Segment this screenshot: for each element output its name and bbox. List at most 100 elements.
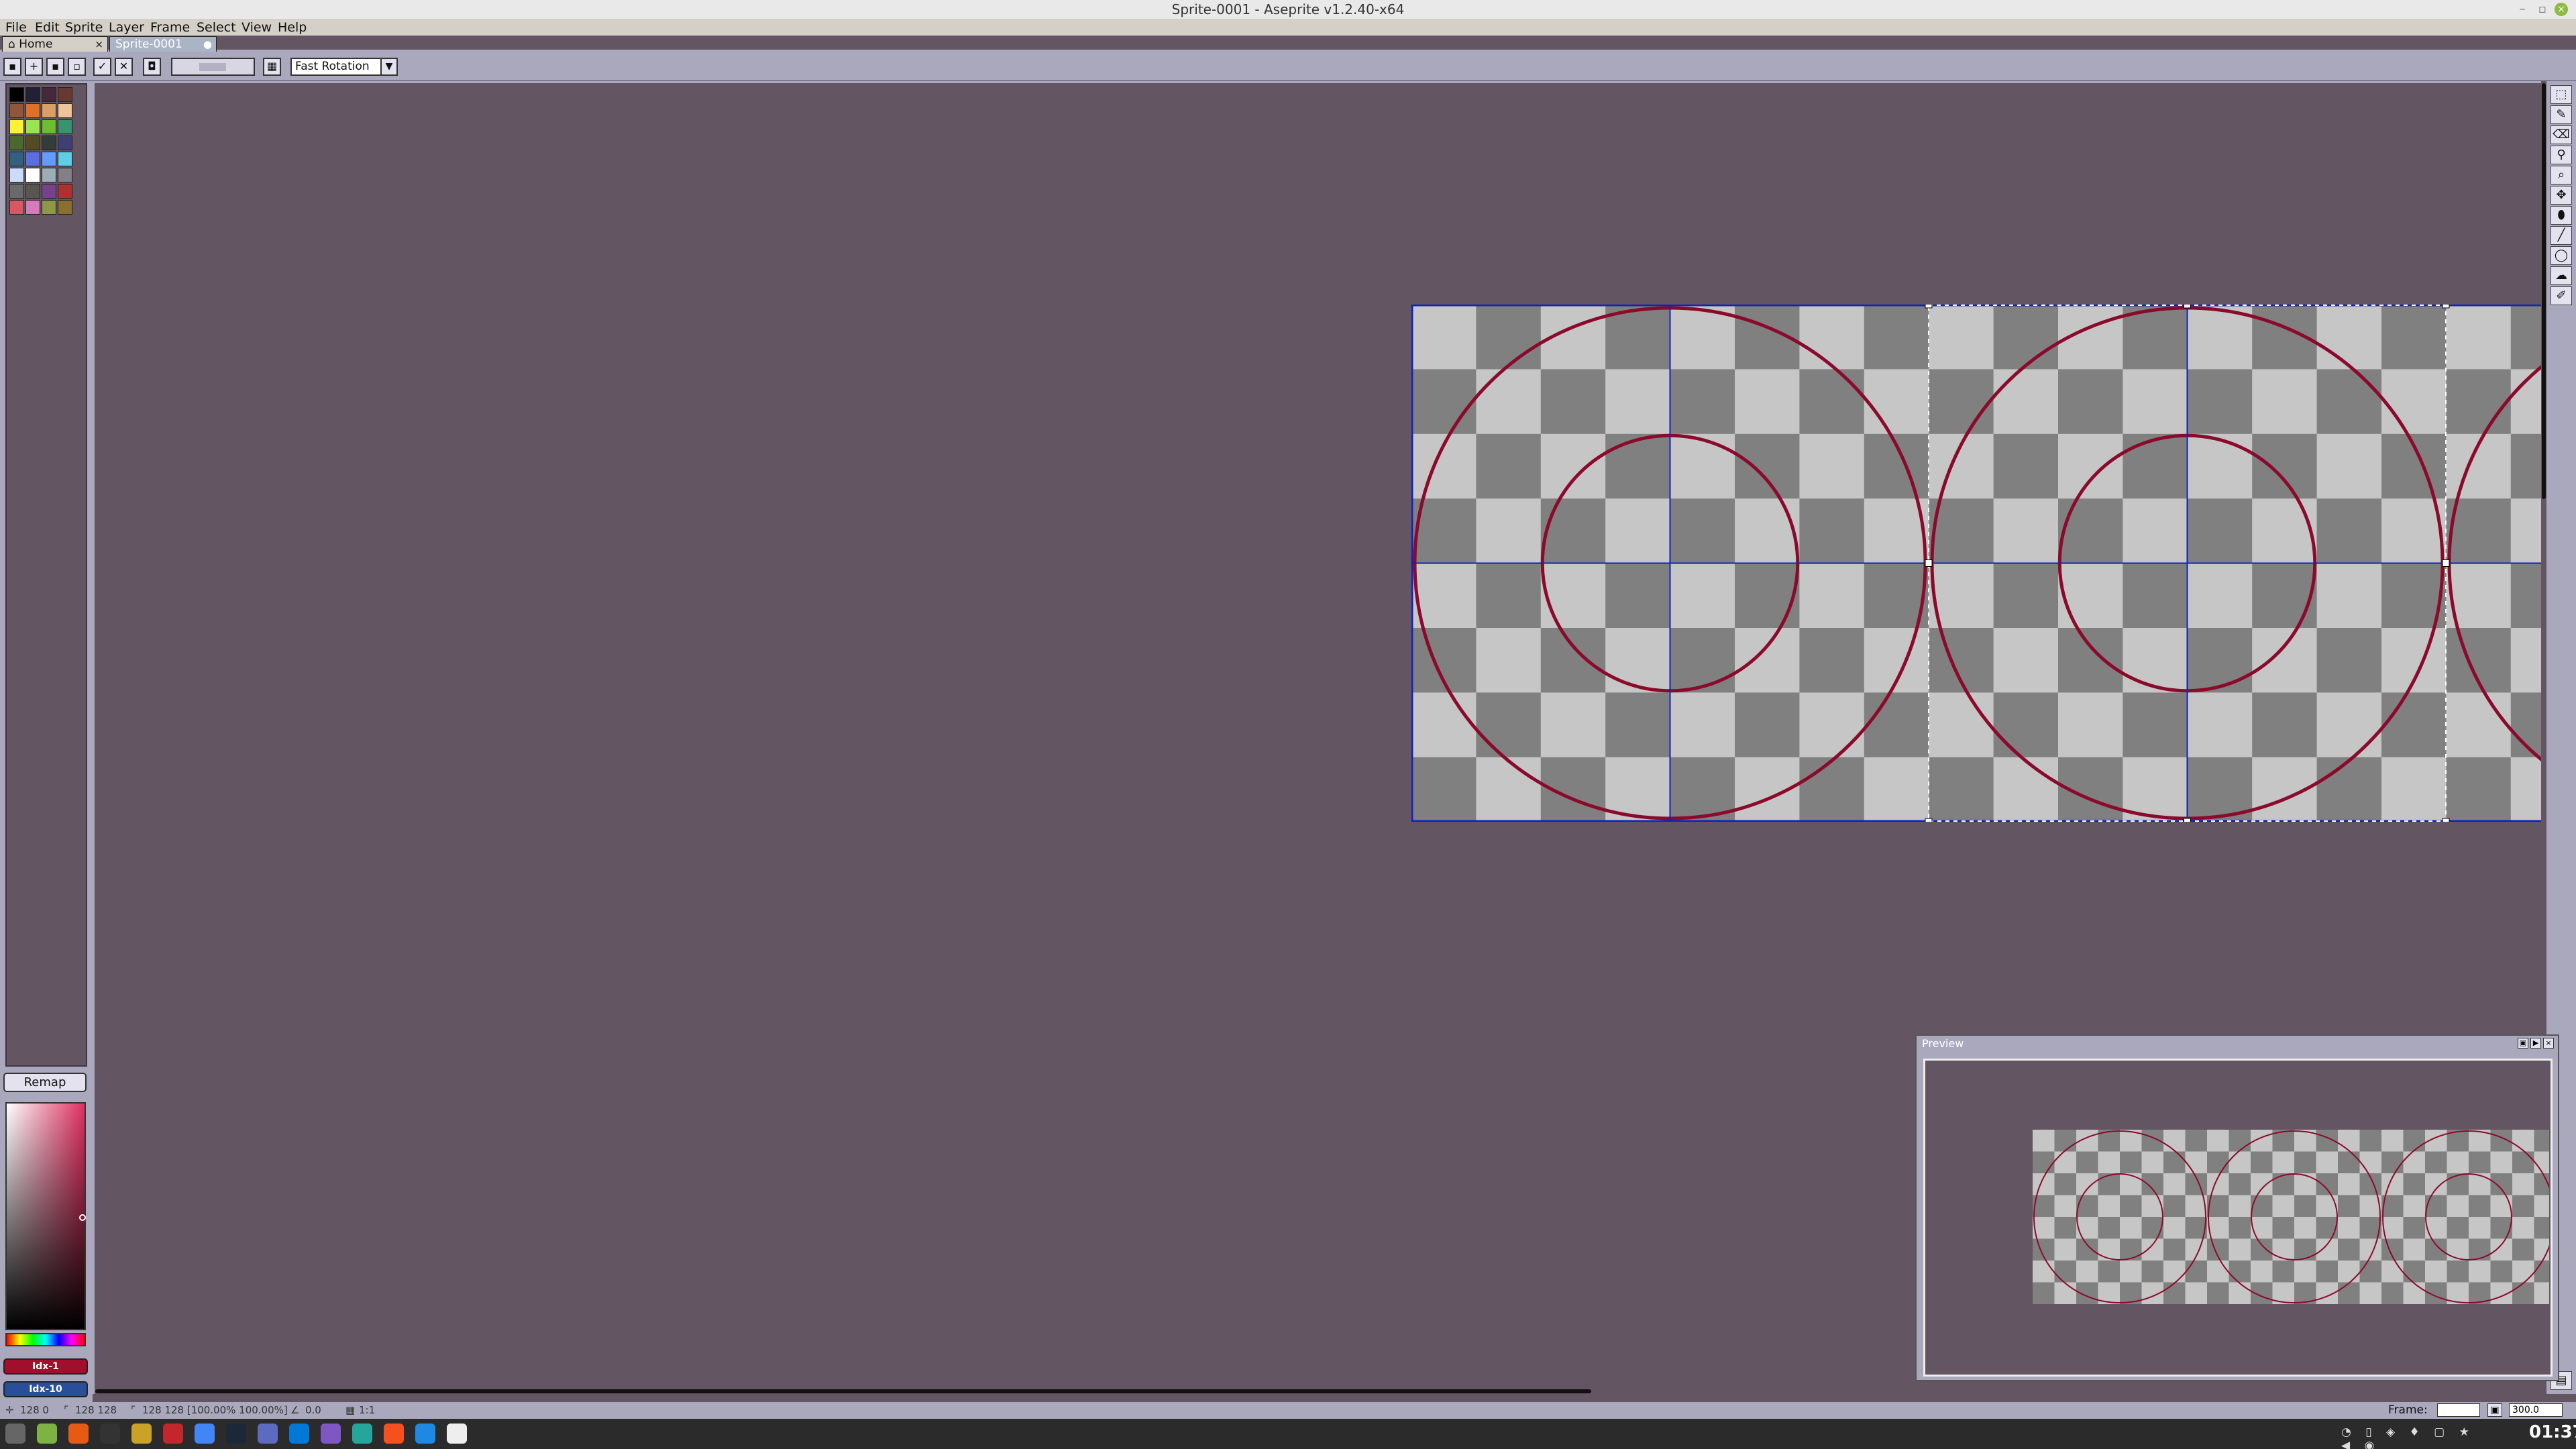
menu-layer[interactable]: Layer	[109, 21, 144, 34]
preview-viewport[interactable]	[1923, 1059, 2556, 1377]
steam-icon[interactable]	[226, 1424, 246, 1444]
tab-close-icon[interactable]: ×	[95, 37, 103, 52]
scrollbar-thumb[interactable]	[2542, 83, 2546, 499]
menu-help[interactable]: Help	[278, 21, 307, 34]
palette-swatch[interactable]	[25, 184, 40, 199]
sprite-canvas[interactable]	[1411, 305, 2576, 822]
marquee-icon[interactable]: ⬚	[2551, 85, 2572, 104]
zoom-field[interactable]: 300.0	[2509, 1403, 2563, 1417]
menu-sprite[interactable]: Sprite	[65, 21, 103, 34]
palette-swatch[interactable]	[42, 87, 56, 102]
palette-swatch[interactable]	[58, 103, 72, 118]
palette-swatch[interactable]	[9, 168, 24, 182]
apply-check-icon[interactable]: ✓	[93, 58, 111, 76]
preview-window[interactable]: Preview ▣ ▶ ×	[1915, 1034, 2559, 1381]
system-tray[interactable]: ◔ ▯ ◈ ♦ ▢ ★ ◀ ◉	[2341, 1426, 2475, 1449]
palette-swatch[interactable]	[58, 119, 72, 134]
zoom-icon[interactable]: ⌕	[2551, 166, 2572, 184]
remap-button[interactable]: Remap	[3, 1073, 87, 1092]
aseprite-icon[interactable]	[415, 1424, 435, 1444]
pencil-icon[interactable]: ✎	[2551, 105, 2572, 124]
menu-select[interactable]: Select	[197, 21, 236, 34]
palette-swatch[interactable]	[25, 168, 40, 182]
tab-sprite[interactable]: Sprite-0001 ●	[109, 36, 217, 52]
foreground-color-button[interactable]: Idx-1	[3, 1358, 88, 1375]
line-icon[interactable]: ╱	[2551, 226, 2572, 245]
firefox-icon[interactable]	[68, 1424, 89, 1444]
palette-swatch[interactable]	[25, 136, 40, 150]
chevron-down-icon[interactable]: ▼	[380, 59, 396, 74]
maximize-icon[interactable]: ▫	[2536, 3, 2549, 16]
menu-file[interactable]: File	[5, 21, 27, 34]
office-icon[interactable]	[163, 1424, 183, 1444]
palette-swatch[interactable]	[42, 103, 56, 118]
contour-icon[interactable]: ✐	[2551, 286, 2572, 305]
menu-view[interactable]: View	[241, 21, 272, 34]
eraser-icon[interactable]: ⌫	[2551, 125, 2572, 144]
tab-modified-icon[interactable]: ●	[203, 37, 212, 52]
palette-swatch[interactable]	[9, 87, 24, 102]
tab-home[interactable]: ⌂ Home ×	[2, 36, 108, 52]
palette-swatch[interactable]	[25, 119, 40, 134]
menu-edit[interactable]: Edit	[35, 21, 60, 34]
opacity-slider[interactable]	[171, 58, 255, 76]
files-icon[interactable]	[37, 1424, 57, 1444]
palette-swatch[interactable]	[25, 152, 40, 166]
media-icon[interactable]	[352, 1424, 372, 1444]
bucket-icon[interactable]: ⬮	[2551, 206, 2572, 225]
scrollbar-thumb[interactable]	[95, 1389, 1591, 1393]
stamp-icon[interactable]: ▪	[3, 58, 21, 76]
palette-swatch[interactable]	[9, 200, 24, 215]
game-icon[interactable]	[384, 1424, 404, 1444]
blur-icon[interactable]: ☁	[2551, 266, 2572, 285]
pivot-icon[interactable]: ▦	[263, 58, 281, 76]
app-menu-icon[interactable]	[5, 1424, 25, 1444]
palette-swatch[interactable]	[9, 103, 24, 118]
palette-swatch[interactable]	[9, 119, 24, 134]
palette-swatch[interactable]	[9, 152, 24, 166]
preview-close-icon[interactable]: ×	[2543, 1038, 2554, 1049]
palette-swatch[interactable]	[58, 136, 72, 150]
hue-slider[interactable]	[5, 1333, 86, 1346]
chrome-icon[interactable]	[195, 1424, 215, 1444]
palette-swatch[interactable]	[42, 184, 56, 199]
palette-swatch[interactable]	[58, 87, 72, 102]
palette-swatch[interactable]	[42, 168, 56, 182]
drop-pixels-icon[interactable]: +	[25, 58, 43, 76]
flip-icon[interactable]: ▪	[46, 58, 64, 76]
palette-swatch[interactable]	[9, 136, 24, 150]
preview-play-icon[interactable]: ▶	[2530, 1038, 2541, 1049]
palette-swatch[interactable]	[58, 152, 72, 166]
eyedropper-icon[interactable]: ⚲	[2551, 146, 2572, 164]
editor-icon[interactable]	[258, 1424, 278, 1444]
horizontal-scrollbar[interactable]	[95, 1389, 2541, 1394]
palette-swatch[interactable]	[25, 87, 40, 102]
slider-thumb[interactable]	[199, 63, 226, 71]
frame-field[interactable]	[2437, 1403, 2480, 1417]
palette-swatch[interactable]	[42, 119, 56, 134]
palette-swatch[interactable]	[25, 200, 40, 215]
move-icon[interactable]: ✥	[2551, 186, 2572, 205]
new-frame-icon[interactable]: ▣	[2487, 1403, 2502, 1417]
palette-swatch[interactable]	[9, 184, 24, 199]
cancel-x-icon[interactable]: ✕	[115, 58, 133, 76]
folder-icon[interactable]	[131, 1424, 152, 1444]
palette-swatch[interactable]	[42, 152, 56, 166]
palette-swatch[interactable]	[58, 168, 72, 182]
minimize-icon[interactable]: –	[2516, 3, 2529, 16]
menu-frame[interactable]: Frame	[150, 21, 190, 34]
vscode-icon[interactable]	[289, 1424, 309, 1444]
preview-mode-icon[interactable]: ▣	[2518, 1038, 2528, 1049]
palette-swatch[interactable]	[42, 200, 56, 215]
krita-icon[interactable]	[321, 1424, 341, 1444]
notes-icon[interactable]	[447, 1424, 467, 1444]
rotation-algorithm-select[interactable]: Fast Rotation ▼	[290, 58, 398, 76]
color-spectrum[interactable]	[5, 1102, 86, 1330]
close-window-icon[interactable]: ×	[2555, 3, 2568, 16]
ellipse-icon[interactable]: ◯	[2551, 246, 2572, 265]
palette-swatch[interactable]	[58, 200, 72, 215]
palette-swatch[interactable]	[58, 184, 72, 199]
palette-swatch[interactable]	[25, 103, 40, 118]
transform-icon[interactable]: ▫	[68, 58, 86, 76]
spectrum-cursor[interactable]	[79, 1214, 86, 1221]
